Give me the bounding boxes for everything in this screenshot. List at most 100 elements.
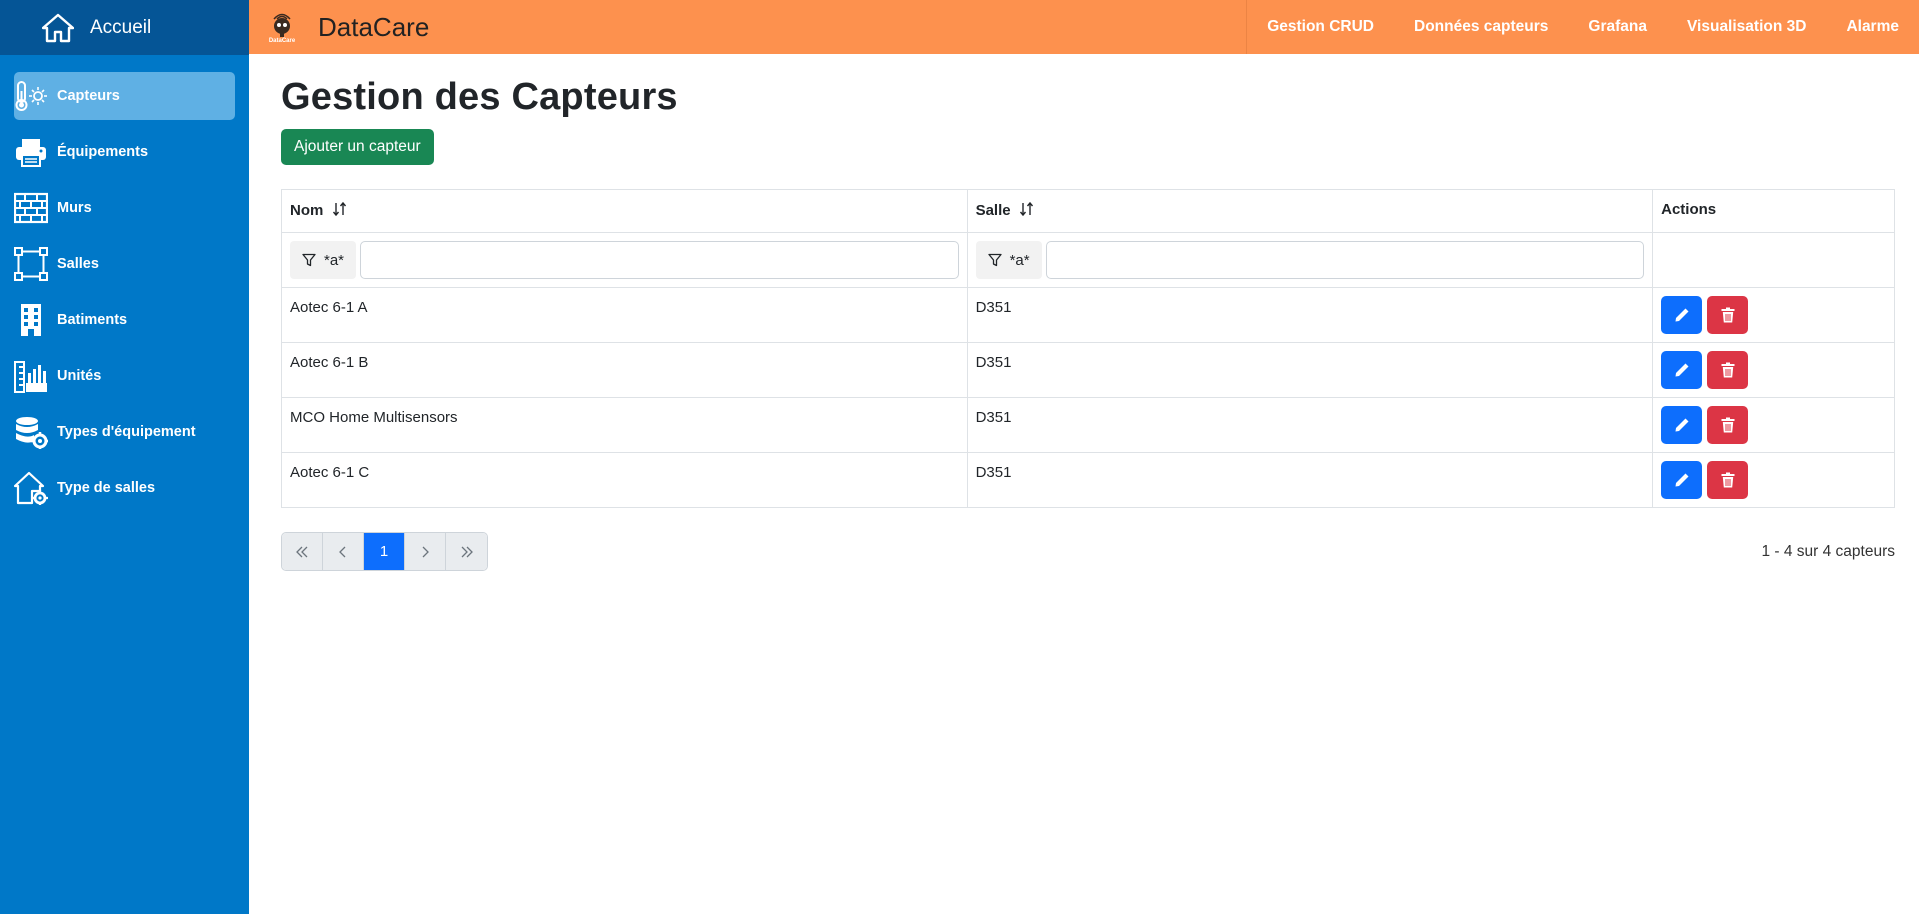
pencil-icon: [1675, 363, 1689, 377]
sidebar-home-link[interactable]: Accueil: [0, 0, 249, 55]
edit-button[interactable]: [1661, 351, 1703, 389]
sidebar-item-label: Murs: [57, 200, 92, 216]
sidebar-item-label: Capteurs: [57, 88, 120, 104]
nav-alarme[interactable]: Alarme: [1826, 18, 1919, 36]
nav-grafana[interactable]: Grafana: [1568, 18, 1667, 36]
filter-icon: [987, 253, 1002, 267]
filter-mode-label: *a*: [1009, 251, 1030, 269]
brand-name[interactable]: DataCare: [318, 12, 429, 43]
column-header-label: Salle: [975, 201, 1011, 219]
chevron-right-icon: [422, 546, 429, 557]
filter-cell-actions: [1652, 232, 1895, 288]
cell-actions: [1652, 287, 1895, 343]
filter-mode-button[interactable]: *a*: [975, 241, 1042, 279]
sidebar-item-label: Salles: [57, 256, 99, 272]
sidebar-item-capteurs[interactable]: Capteurs: [14, 72, 235, 120]
column-header-salle[interactable]: Salle: [966, 189, 1654, 233]
last-page-button[interactable]: [446, 533, 487, 570]
chevron-double-right-icon: [461, 546, 473, 557]
thermometer-icon: [14, 79, 48, 113]
delete-button[interactable]: [1707, 351, 1749, 389]
cell-salle: D351: [966, 452, 1654, 508]
pencil-icon: [1675, 308, 1689, 322]
trash-icon: [1721, 472, 1735, 488]
top-navbar: DataCare DataCare Gestion CRUD Données c…: [249, 0, 1919, 54]
table-row: MCO Home Multisensors D351: [281, 397, 1895, 453]
house-gear-icon: [14, 471, 48, 505]
cell-salle: D351: [966, 287, 1654, 343]
cell-salle: D351: [966, 397, 1654, 453]
sidebar-item-salles[interactable]: Salles: [14, 240, 235, 288]
cell-nom: Aotec 6-1 C: [281, 452, 968, 508]
sort-icon[interactable]: [1019, 201, 1035, 221]
table-row: Aotec 6-1 B D351: [281, 342, 1895, 398]
nav-donnees-capteurs[interactable]: Données capteurs: [1394, 18, 1568, 36]
filter-nom-input[interactable]: [360, 241, 959, 279]
database-gear-icon: [14, 415, 48, 449]
table-header-row: Nom Salle Actions: [281, 189, 1895, 233]
add-sensor-button[interactable]: Ajouter un capteur: [281, 129, 434, 165]
pagination: 1: [281, 532, 488, 571]
ruler-icon: [14, 359, 48, 393]
pagination-row: 1 1 - 4 sur 4 capteurs: [281, 532, 1895, 571]
cell-actions: [1652, 397, 1895, 453]
table-row: Aotec 6-1 A D351: [281, 287, 1895, 343]
filter-cell-salle: *a*: [966, 232, 1654, 288]
sidebar-item-label: Types d'équipement: [57, 424, 196, 440]
pencil-icon: [1675, 473, 1689, 487]
sidebar-item-types-equipement[interactable]: Types d'équipement: [14, 408, 235, 456]
nav-gestion-crud[interactable]: Gestion CRUD: [1247, 18, 1394, 36]
nav-visualisation-3d[interactable]: Visualisation 3D: [1667, 18, 1826, 36]
sidebar-item-unites[interactable]: Unités: [14, 352, 235, 400]
edit-button[interactable]: [1661, 296, 1703, 334]
chevron-double-left-icon: [296, 546, 308, 557]
sidebar: Accueil Capteurs Équipements Murs Salles: [0, 0, 249, 914]
sort-icon[interactable]: [332, 201, 348, 221]
delete-button[interactable]: [1707, 406, 1749, 444]
sidebar-item-label: Unités: [57, 368, 102, 384]
pencil-icon: [1675, 418, 1689, 432]
pagination-summary: 1 - 4 sur 4 capteurs: [1761, 542, 1895, 560]
chevron-left-icon: [339, 546, 346, 557]
building-icon: [14, 303, 48, 337]
table-row: Aotec 6-1 C D351: [281, 452, 1895, 508]
trash-icon: [1721, 307, 1735, 323]
cell-nom: MCO Home Multisensors: [281, 397, 968, 453]
column-header-actions: Actions: [1652, 189, 1895, 233]
sidebar-item-type-de-salles[interactable]: Type de salles: [14, 464, 235, 512]
sidebar-item-label: Équipements: [57, 144, 149, 160]
trash-icon: [1721, 417, 1735, 433]
filter-mode-label: *a*: [324, 251, 345, 269]
sidebar-item-batiments[interactable]: Batiments: [14, 296, 235, 344]
filter-mode-button[interactable]: *a*: [290, 241, 357, 279]
first-page-button[interactable]: [282, 533, 323, 570]
delete-button[interactable]: [1707, 296, 1749, 334]
filter-icon: [302, 253, 316, 267]
delete-button[interactable]: [1707, 461, 1749, 499]
home-label: Accueil: [90, 16, 152, 38]
sidebar-item-equipements[interactable]: Équipements: [14, 128, 235, 176]
top-nav: Gestion CRUD Données capteurs Grafana Vi…: [1246, 0, 1919, 54]
brick-wall-icon: [14, 191, 48, 225]
vector-square-icon: [14, 247, 48, 281]
cell-actions: [1652, 342, 1895, 398]
column-header-nom[interactable]: Nom: [281, 189, 968, 233]
edit-button[interactable]: [1661, 461, 1703, 499]
sidebar-item-murs[interactable]: Murs: [14, 184, 235, 232]
page-button-current[interactable]: 1: [364, 533, 405, 570]
printer-icon: [14, 135, 48, 169]
filter-cell-nom: *a*: [281, 232, 968, 288]
logo-text: DataCare: [268, 37, 296, 44]
datacare-logo[interactable]: DataCare: [266, 8, 298, 46]
previous-page-button[interactable]: [323, 533, 364, 570]
sidebar-item-label: Type de salles: [57, 480, 156, 496]
trash-icon: [1721, 362, 1735, 378]
cell-actions: [1652, 452, 1895, 508]
filter-salle-input[interactable]: [1045, 241, 1645, 279]
next-page-button[interactable]: [405, 533, 446, 570]
sensors-table: Nom Salle Actions *a* *a* Aotec 6-1 A D3…: [281, 189, 1895, 508]
page-title: Gestion des Capteurs: [281, 76, 678, 118]
cell-salle: D351: [966, 342, 1654, 398]
edit-button[interactable]: [1661, 406, 1703, 444]
sidebar-item-label: Batiments: [57, 312, 128, 328]
